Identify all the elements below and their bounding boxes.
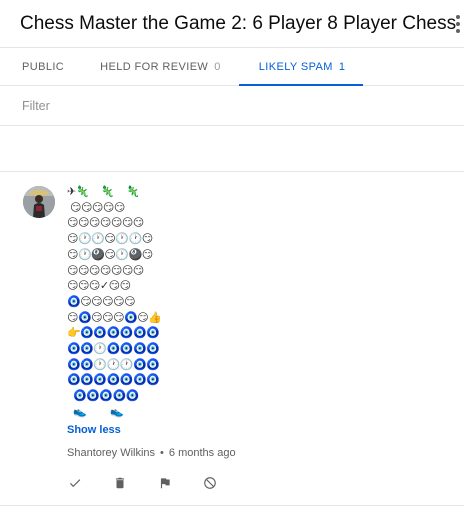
page-header: Chess Master the Game 2: 6 Player 8 Play… — [0, 0, 464, 48]
empty-row — [0, 126, 464, 172]
page-title: Chess Master the Game 2: 6 Player 8 Play… — [20, 12, 457, 34]
comment-meta: Shantorey Wilkins • 6 months ago — [67, 447, 267, 459]
flag-icon[interactable] — [157, 475, 173, 491]
comment-text-line: 🧿🧿🕐🧿🧿🧿🧿 — [67, 342, 160, 356]
filter-input[interactable] — [22, 98, 322, 113]
tab-held-count: 0 — [214, 60, 221, 73]
comment-timestamp: 6 months ago — [168, 446, 236, 459]
tab-held-label: HELD FOR REVIEW — [100, 60, 209, 73]
tab-public-label: PUBLIC — [22, 60, 65, 73]
comment-text-line: 👉🧿🧿🧿🧿🧿🧿 — [67, 326, 160, 340]
avatar[interactable] — [23, 186, 55, 218]
comment-text-line: 😏🕐🕐😏🕐🕐😏 — [67, 232, 153, 246]
tab-bar: PUBLIC HELD FOR REVIEW 0 LIKELY SPAM 1 — [0, 48, 464, 86]
filter-bar — [0, 86, 464, 126]
comment-text-line: 🧿🧿🕐🕐🕐🧿🧿 — [67, 357, 160, 371]
comment-text-line: 😏😏😏✓😏😏 — [67, 279, 131, 293]
comment-text-line: 😏😏😏😏😏 — [67, 200, 125, 214]
meta-separator: • — [160, 446, 164, 459]
tab-spam-count: 1 — [338, 60, 346, 73]
show-less-button[interactable]: Show less — [67, 424, 121, 436]
comment-text-line: ✈🦎 🦎 🦎 — [67, 185, 140, 198]
tab-public[interactable]: PUBLIC — [0, 48, 82, 85]
tab-spam-label: LIKELY SPAM — [258, 60, 333, 73]
comment-text-line: 😏😏😏😏😏😏😏 — [67, 263, 144, 277]
checkmark-icon[interactable] — [67, 475, 83, 491]
comment-text-line: 🧿🧿🧿🧿🧿🧿🧿 — [67, 373, 160, 387]
tab-likely-spam[interactable]: LIKELY SPAM 1 — [238, 48, 364, 86]
trash-icon[interactable] — [112, 475, 128, 491]
comment-text-line: 🧿😏😏😏😏😏 — [67, 294, 136, 308]
comment-text-line: 😏😏😏😏😏😏😏 — [67, 216, 144, 230]
more-vert-icon[interactable] — [456, 8, 461, 40]
comment-text-line: 🧿🧿🧿🧿🧿 — [67, 389, 140, 403]
comment-body: ✈🦎 🦎 🦎 😏😏😏😏😏 😏😏😏😏😏😏😏 😏🕐🕐😏🕐🕐😏 😏🕐🎱😏🕐🎱😏 😏😏😏… — [67, 184, 267, 459]
comment-text-line: 😏🧿😏😏😏🧿😏👍 — [67, 310, 162, 324]
comment-item: ✈🦎 🦎 🦎 😏😏😏😏😏 😏😏😏😏😏😏😏 😏🕐🕐😏🕐🕐😏 😏🕐🎱😏🕐🎱😏 😏😏😏… — [0, 172, 464, 506]
comment-actions — [67, 475, 247, 491]
tab-held-for-review[interactable]: HELD FOR REVIEW 0 — [82, 48, 239, 85]
avatar-image — [23, 186, 55, 218]
comment-text-line: 👟 👟 — [67, 404, 124, 418]
comment-text-line: 😏🕐🎱😏🕐🎱😏 — [67, 247, 153, 261]
comment-author[interactable]: Shantorey Wilkins — [67, 447, 155, 459]
block-icon[interactable] — [202, 475, 218, 491]
